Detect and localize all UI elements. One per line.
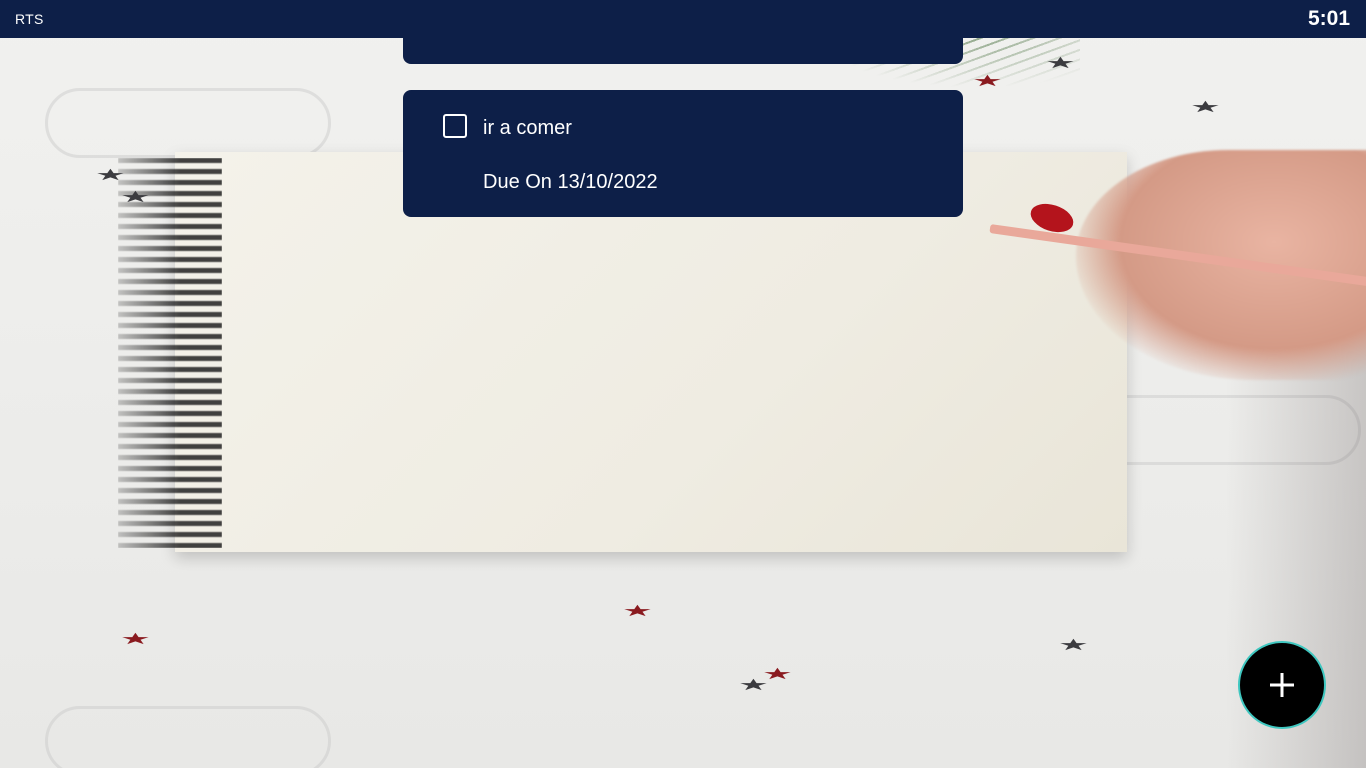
star-decoration: ★	[95, 166, 126, 184]
plus-icon	[1270, 673, 1294, 697]
star-decoration: ★	[738, 676, 769, 694]
clock-time: 5:01	[1307, 7, 1350, 30]
notebook-spiral	[118, 158, 222, 548]
star-decoration: ★	[120, 188, 151, 206]
watermark-logo	[45, 706, 331, 768]
star-decoration: ★	[1190, 98, 1221, 116]
task-title: ir a comer	[483, 117, 572, 139]
star-decoration: ★	[972, 72, 1003, 90]
star-decoration: ★	[1058, 636, 1089, 654]
star-decoration: ★	[1045, 54, 1076, 72]
app-name: RTS	[15, 11, 44, 27]
star-decoration: ★	[120, 630, 151, 648]
watermark-logo	[45, 88, 331, 158]
star-decoration: ★	[622, 602, 653, 620]
add-task-button[interactable]	[1238, 641, 1326, 729]
status-bar: RTS 5:01	[0, 0, 1366, 38]
task-due-date: Due On 13/10/2022	[483, 171, 658, 193]
task-checkbox[interactable]	[443, 114, 467, 138]
task-card[interactable]: ir a comer Due On 13/10/2022	[403, 90, 963, 217]
